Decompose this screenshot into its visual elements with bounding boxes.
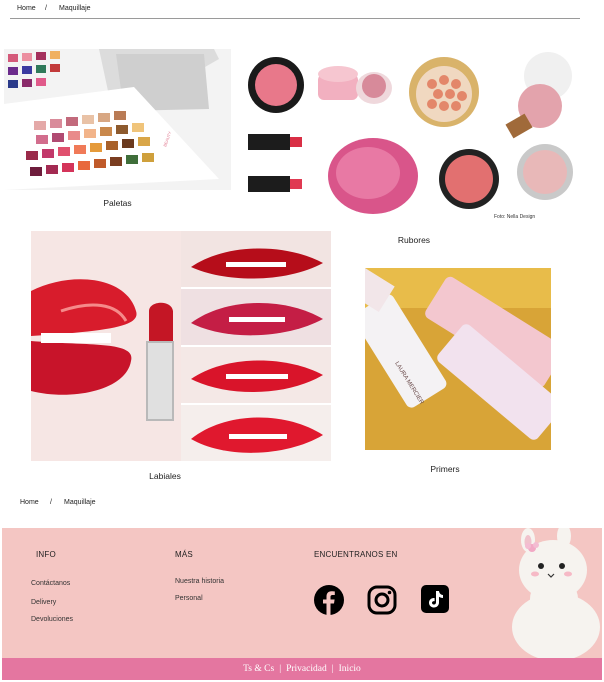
primers-image[interactable]: LAURA MERCIER bbox=[365, 268, 551, 450]
instagram-icon[interactable] bbox=[367, 585, 397, 615]
footer-link-delivery[interactable]: Delivery bbox=[31, 599, 56, 606]
breadcrumb-current-link[interactable]: Maquillaje bbox=[59, 5, 91, 12]
labiales-image[interactable] bbox=[31, 231, 331, 461]
rubores-photo-credit: Foto: Nella Design bbox=[494, 214, 535, 220]
breadcrumb-bottom-home-link[interactable]: Home bbox=[20, 499, 39, 506]
labiales-label[interactable]: Labiales bbox=[115, 471, 215, 481]
llama-mascot-illustration bbox=[508, 528, 602, 658]
rubores-image[interactable]: Foto: Nella Design bbox=[248, 48, 576, 222]
breadcrumb-bottom-separator: / bbox=[50, 499, 52, 506]
footer-link-contactanos[interactable]: Contáctanos bbox=[31, 580, 70, 587]
breadcrumb-bottom-current-link[interactable]: Maquillaje bbox=[64, 499, 96, 506]
footer-separator: | bbox=[331, 664, 334, 674]
footer-link-devoluciones[interactable]: Devoluciones bbox=[31, 616, 73, 623]
paletas-image[interactable]: BEAUTY bbox=[4, 49, 231, 190]
footer-bottom-bar: Ts & Cs | Privacidad | Inicio bbox=[2, 658, 602, 680]
footer-mas-heading: MÁS bbox=[175, 550, 193, 559]
footer-link-personal[interactable]: Personal bbox=[175, 595, 203, 602]
footer-link-privacidad[interactable]: Privacidad bbox=[286, 664, 327, 674]
breadcrumb-separator: / bbox=[45, 5, 47, 12]
tiktok-icon[interactable] bbox=[421, 585, 449, 613]
breadcrumb-divider bbox=[10, 18, 580, 19]
breadcrumb-home-link[interactable]: Home bbox=[17, 5, 36, 12]
site-footer: INFO Contáctanos Delivery Devoluciones M… bbox=[2, 528, 602, 680]
rubores-label[interactable]: Rubores bbox=[364, 235, 464, 245]
footer-link-terms[interactable]: Ts & Cs bbox=[243, 664, 274, 674]
footer-link-inicio[interactable]: Inicio bbox=[339, 664, 361, 674]
paletas-label[interactable]: Paletas bbox=[4, 198, 231, 208]
primers-label[interactable]: Primers bbox=[395, 464, 495, 474]
footer-info-heading: INFO bbox=[36, 550, 56, 559]
footer-link-nuestra-historia[interactable]: Nuestra historia bbox=[175, 578, 224, 585]
footer-social-heading: ENCUENTRANOS EN bbox=[314, 550, 398, 559]
facebook-icon[interactable] bbox=[314, 585, 344, 615]
footer-separator: | bbox=[279, 664, 282, 674]
